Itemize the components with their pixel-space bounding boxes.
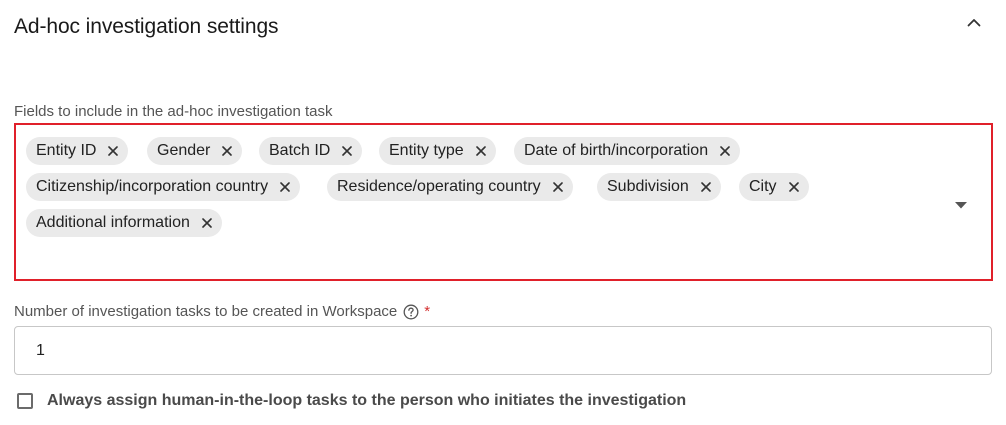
chip-additional-information: Additional information (26, 209, 222, 237)
close-icon (202, 218, 212, 228)
chip-remove-button[interactable] (699, 180, 713, 194)
chip-label: Citizenship/incorporation country (36, 178, 269, 195)
close-icon (701, 182, 711, 192)
chip-remove-button[interactable] (551, 180, 565, 194)
fields-multiselect[interactable]: Entity ID Gender Batch ID Entity type Da (14, 123, 993, 281)
chip-citizenship-country: Citizenship/incorporation country (26, 173, 301, 201)
help-circle-icon[interactable] (403, 304, 419, 320)
chip-city: City (739, 173, 809, 201)
chip-subdivision: Subdivision (597, 173, 721, 201)
close-icon (280, 182, 290, 192)
chip-remove-button[interactable] (718, 144, 732, 158)
chip-label: Residence/operating country (337, 178, 541, 195)
chip-label: Entity type (389, 142, 464, 159)
fields-label: Fields to include in the ad-hoc investig… (14, 103, 333, 120)
chip-label: City (749, 178, 777, 195)
chip-entity-id: Entity ID (26, 137, 129, 165)
chip-gender: Gender (147, 137, 243, 165)
chip-batch-id: Batch ID (259, 137, 363, 165)
caret-down-icon (955, 201, 967, 208)
close-icon (342, 146, 353, 156)
chip-label: Date of birth/incorporation (524, 142, 709, 159)
close-icon (222, 146, 233, 156)
chip-label: Additional information (36, 214, 190, 231)
close-icon (720, 146, 730, 156)
chip-remove-button[interactable] (278, 180, 292, 194)
chip-label: Batch ID (269, 142, 331, 159)
task-count-label-text: Number of investigation tasks to be crea… (14, 303, 398, 320)
chip-remove-button[interactable] (340, 144, 354, 158)
chip-remove-button[interactable] (474, 144, 488, 158)
close-icon (108, 146, 119, 156)
task-count-label: Number of investigation tasks to be crea… (14, 303, 430, 320)
dropdown-toggle[interactable] (954, 200, 968, 210)
chip-date-of-birth: Date of birth/incorporation (514, 137, 741, 165)
chip-residence-country: Residence/operating country (327, 173, 573, 201)
required-indicator: * (424, 303, 431, 320)
close-icon (552, 182, 563, 192)
task-count-input[interactable] (14, 326, 992, 375)
chip-label: Gender (157, 142, 211, 159)
assign-to-initiator-label: Always assign human-in-the-loop tasks to… (47, 392, 687, 409)
assign-to-initiator-option[interactable]: Always assign human-in-the-loop tasks to… (17, 392, 686, 410)
collapse-section-button[interactable] (962, 10, 986, 34)
close-icon (788, 182, 799, 192)
chip-label: Subdivision (607, 178, 689, 195)
chevron-up-icon (967, 18, 981, 26)
chip-remove-button[interactable] (106, 144, 120, 158)
chip-remove-button[interactable] (220, 144, 234, 158)
chip-remove-button[interactable] (787, 180, 801, 194)
assign-to-initiator-checkbox[interactable] (17, 393, 33, 409)
close-icon (475, 146, 486, 156)
chip-label: Entity ID (36, 142, 97, 159)
section-title: Ad-hoc investigation settings (14, 15, 279, 38)
chip-remove-button[interactable] (200, 216, 214, 230)
chip-entity-type: Entity type (379, 137, 496, 165)
